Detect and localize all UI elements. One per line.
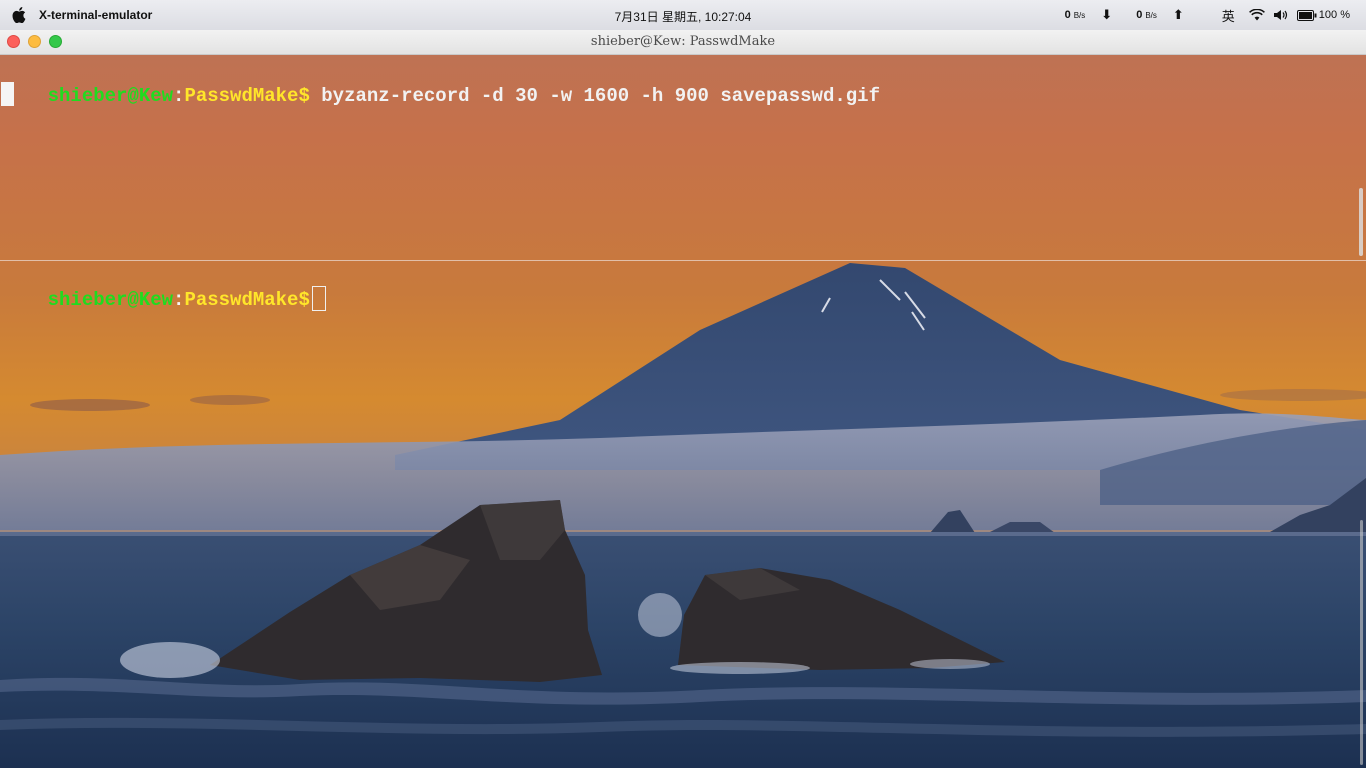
terminal-cursor-inactive bbox=[311, 285, 326, 311]
menu-bar: X-terminal-emulator 7月31日 星期五, 10:27:04 … bbox=[0, 0, 1366, 30]
prompt-dollar: $ bbox=[298, 289, 310, 311]
prompt-dollar: $ bbox=[298, 85, 310, 107]
terminal-title-bar[interactable]: shieber@Kew: PasswdMake bbox=[0, 30, 1366, 55]
terminal-cursor bbox=[1, 82, 14, 106]
window-title: shieber@Kew: PasswdMake bbox=[590, 34, 776, 49]
terminal-prompt-line: shieber@Kew:PasswdMake$ bbox=[2, 261, 326, 339]
prompt-path: PasswdMake bbox=[184, 289, 299, 311]
prompt-colon: : bbox=[173, 289, 185, 311]
terminal-body[interactable]: shieber@Kew:PasswdMake$ byzanz-record -d… bbox=[0, 55, 1366, 768]
prompt-user-host: shieber@Kew bbox=[47, 85, 174, 107]
status-area: 0 B/s ⬇ 0 B/s ⬆ 英 100 % bbox=[1065, 0, 1358, 30]
top-pane-scrollbar[interactable] bbox=[1359, 188, 1363, 256]
net-upload-speed[interactable]: 0 B/s bbox=[1136, 9, 1157, 21]
net-upload-unit: B/s bbox=[1145, 10, 1157, 20]
net-upload-value: 0 bbox=[1136, 9, 1143, 21]
bottom-pane-scrollbar[interactable] bbox=[1360, 520, 1363, 765]
download-arrow-icon: ⬇ bbox=[1101, 7, 1113, 23]
apple-icon[interactable] bbox=[9, 5, 29, 25]
volume-icon[interactable] bbox=[1273, 9, 1289, 21]
input-method-indicator[interactable]: 英 bbox=[1222, 6, 1235, 25]
net-download-value: 0 bbox=[1064, 9, 1071, 21]
net-download-unit: B/s bbox=[1073, 10, 1086, 20]
battery-percent: 100 % bbox=[1318, 9, 1350, 21]
prompt-user-host: shieber@Kew bbox=[47, 289, 174, 311]
prompt-path: PasswdMake bbox=[184, 85, 299, 107]
terminal-command-line: shieber@Kew:PasswdMake$ byzanz-record -d… bbox=[2, 57, 880, 135]
prompt-colon: : bbox=[173, 85, 185, 107]
net-download-speed[interactable]: 0 B/s bbox=[1065, 9, 1086, 21]
upload-arrow-icon: ⬆ bbox=[1172, 7, 1184, 23]
wifi-icon[interactable] bbox=[1248, 9, 1265, 21]
active-app-name[interactable]: X-terminal-emulator bbox=[39, 8, 152, 22]
typed-command: byzanz-record -d 30 -w 1600 -h 900 savep… bbox=[309, 85, 880, 107]
battery-icon[interactable]: 100 % bbox=[1296, 9, 1350, 21]
